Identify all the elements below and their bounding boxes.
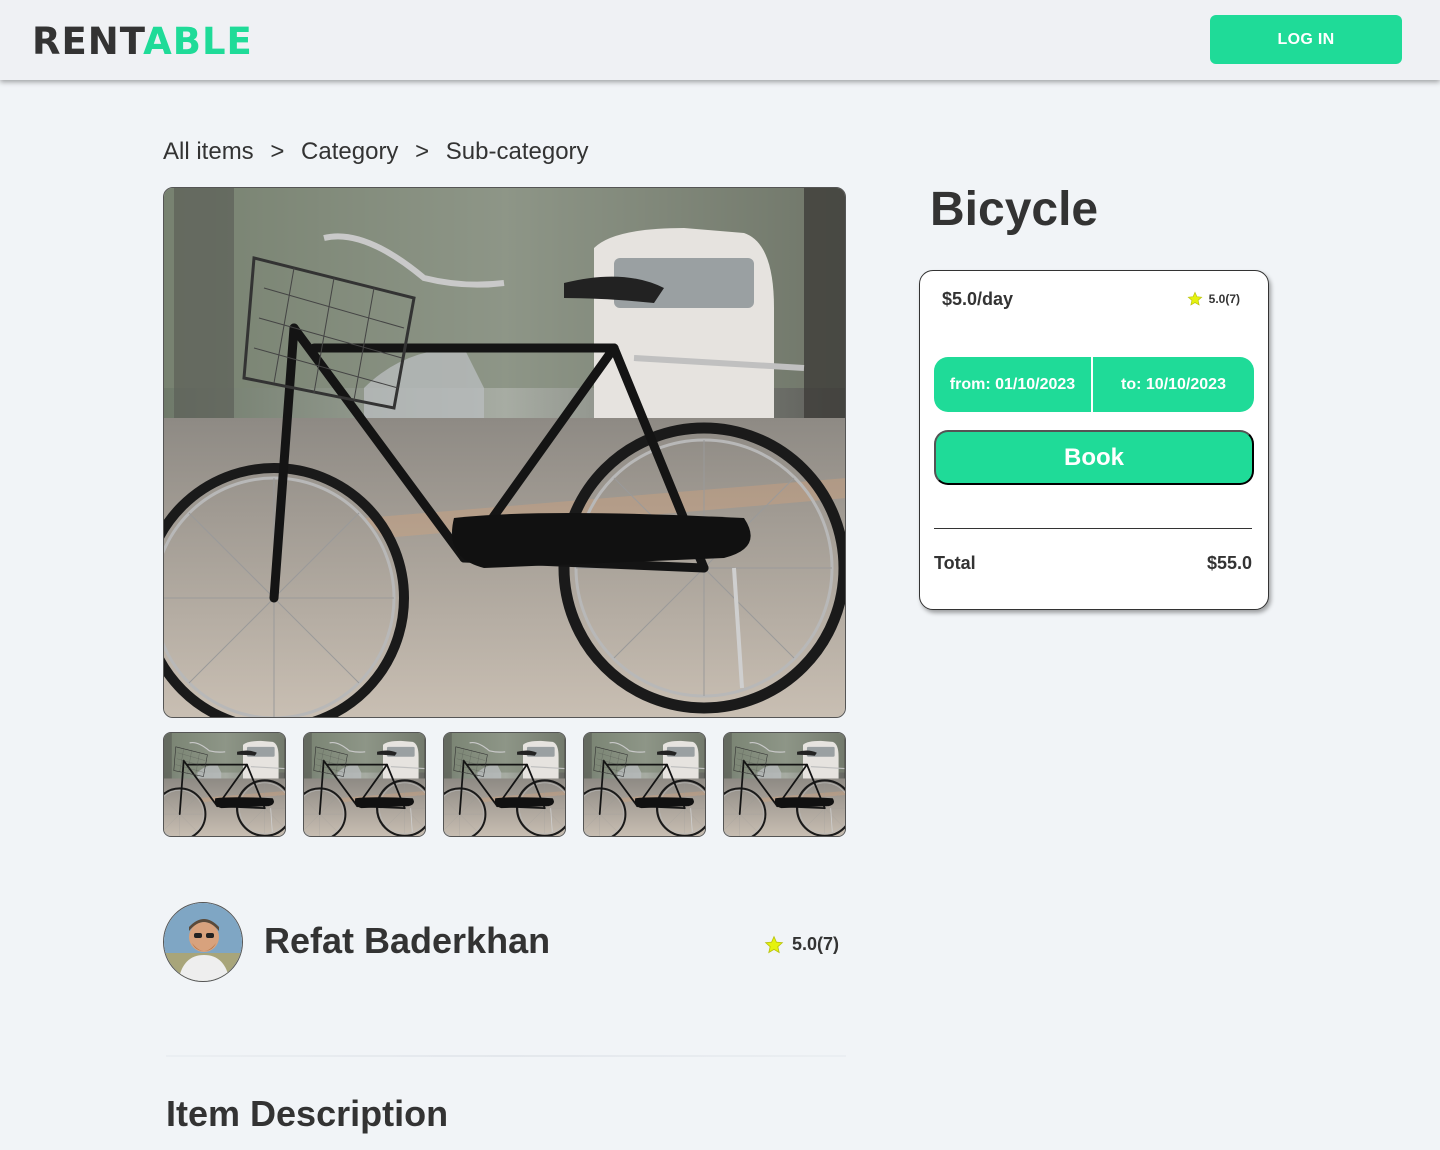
- rentable-logo[interactable]: RENTABLE: [32, 20, 253, 64]
- breadcrumb-all-items[interactable]: All items: [163, 138, 254, 165]
- book-button[interactable]: Book: [934, 430, 1254, 485]
- login-button[interactable]: LOG IN: [1210, 15, 1402, 64]
- price-per-day: $5.0/day: [942, 289, 1014, 309]
- item-description-heading: Item Description: [166, 1093, 449, 1134]
- logo-text-able: ABLE: [143, 20, 253, 63]
- thumbnail-4[interactable]: [583, 732, 706, 837]
- star-icon: [1187, 291, 1203, 306]
- breadcrumb-category[interactable]: Category: [301, 138, 398, 165]
- thumbnail-5[interactable]: [723, 732, 846, 837]
- owner-avatar[interactable]: [163, 902, 243, 982]
- total-label: Total: [934, 553, 976, 573]
- date-range: from: 01/10/2023 to: 10/10/2023: [934, 357, 1254, 412]
- logo-text-rent: RENT: [32, 20, 144, 63]
- booking-card: $5.0/day 5.0(7) from: 01/10/2023 to: 10/…: [919, 270, 1269, 610]
- date-to-field[interactable]: to: 10/10/2023: [1093, 357, 1254, 412]
- item-title: Bicycle: [930, 183, 1099, 236]
- owner-rating-text: 5.0(7): [792, 934, 840, 954]
- top-nav: RENTABLE LOG IN: [0, 0, 1440, 80]
- date-from-field[interactable]: from: 01/10/2023: [934, 357, 1093, 412]
- owner-rating: 5.0(7): [764, 934, 839, 955]
- breadcrumb-separator: >: [270, 138, 285, 165]
- item-rating-text: 5.0(7): [1208, 292, 1240, 306]
- thumbnail-3[interactable]: [443, 732, 566, 837]
- section-divider: [166, 1055, 846, 1057]
- breadcrumb-sub-category[interactable]: Sub-category: [446, 138, 589, 165]
- item-main-image[interactable]: [163, 187, 846, 718]
- thumbnail-1[interactable]: [163, 732, 286, 837]
- item-rating: 5.0(7): [1187, 291, 1240, 307]
- thumbnail-2[interactable]: [303, 732, 426, 837]
- breadcrumb: All items > Category > Sub-category: [163, 138, 589, 166]
- star-icon: [764, 935, 784, 953]
- thumbnail-strip: [163, 732, 846, 837]
- bicycle-photo: [164, 188, 846, 718]
- owner-name[interactable]: Refat Baderkhan: [264, 920, 550, 962]
- card-divider: [934, 528, 1252, 529]
- total-value: $55.0: [1206, 553, 1252, 573]
- breadcrumb-separator: >: [415, 138, 430, 165]
